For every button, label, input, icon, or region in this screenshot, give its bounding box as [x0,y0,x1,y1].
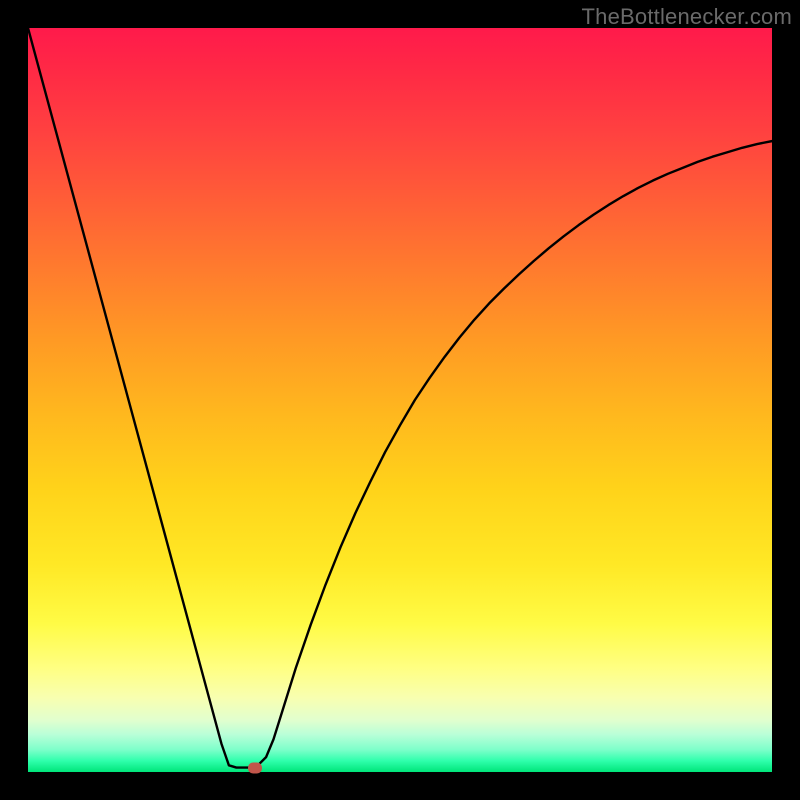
bottleneck-curve [28,28,772,772]
chart-frame: TheBottlenecker.com [0,0,800,800]
plot-area [28,28,772,772]
watermark-label: TheBottlenecker.com [582,4,792,30]
optimum-marker [248,762,262,773]
